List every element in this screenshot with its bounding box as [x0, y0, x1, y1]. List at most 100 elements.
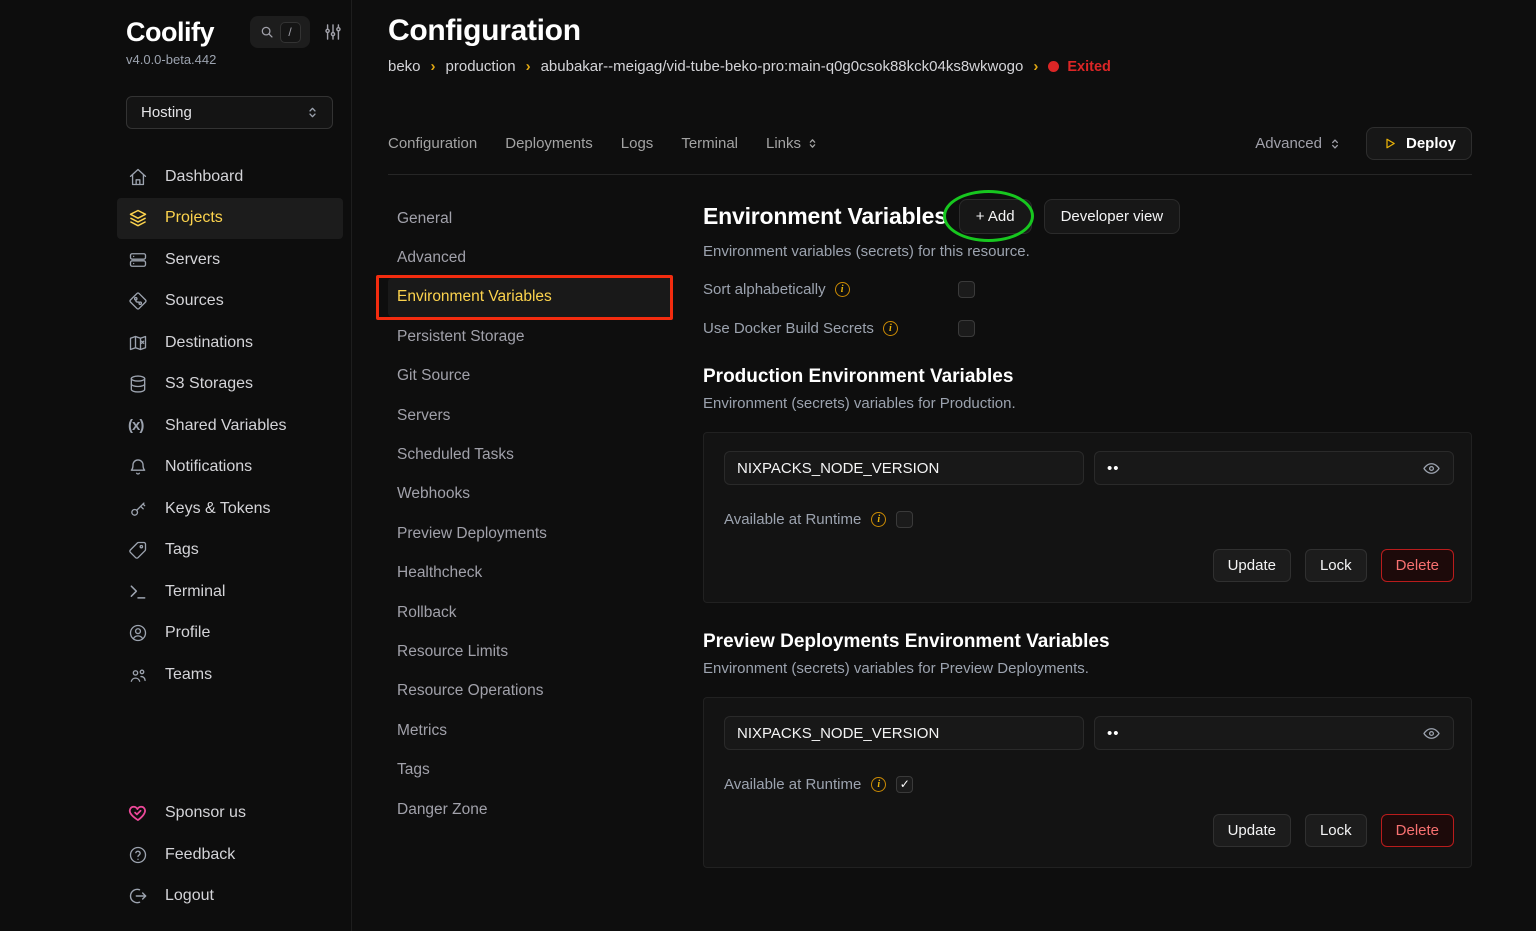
team-selector-value: Hosting — [141, 104, 192, 121]
database-icon — [128, 374, 148, 394]
sidebar-item-profile[interactable]: Profile — [117, 613, 343, 655]
sidebar-item-notifications[interactable]: Notifications — [117, 447, 343, 489]
deploy-button[interactable]: Deploy — [1366, 127, 1472, 160]
teams-icon — [128, 665, 148, 685]
heart-icon — [128, 803, 148, 823]
subnav-item-metrics[interactable]: Metrics — [388, 711, 673, 750]
variable-name-input[interactable] — [724, 451, 1084, 485]
variable-value-input[interactable]: •• — [1094, 451, 1454, 485]
reveal-value-eye-icon[interactable] — [1422, 724, 1441, 743]
info-icon: i — [883, 321, 898, 336]
sidebar-item-label: Servers — [165, 251, 220, 269]
tab-deployments[interactable]: Deployments — [505, 135, 593, 152]
sidebar-item-terminal[interactable]: Terminal — [117, 571, 343, 613]
search-shortcut-key: / — [280, 22, 301, 43]
subnav-item-servers[interactable]: Servers — [388, 396, 673, 435]
sidebar-item-keys-tokens[interactable]: Keys & Tokens — [117, 488, 343, 530]
variable-value-input[interactable]: •• — [1094, 716, 1454, 750]
chevron-updown-icon — [806, 137, 819, 150]
sidebar: Coolify / v4.0.0-beta.442 Hosting Dashbo… — [0, 0, 352, 931]
variable-name-input[interactable] — [724, 716, 1084, 750]
tab-logs[interactable]: Logs — [621, 135, 654, 152]
subnav-item-resource-limits[interactable]: Resource Limits — [388, 632, 673, 671]
sidebar-item-label: Notifications — [165, 458, 252, 476]
subnav-item-resource-operations[interactable]: Resource Operations — [388, 672, 673, 711]
sidebar-item-destinations[interactable]: Destinations — [117, 322, 343, 364]
subnav-item-rollback[interactable]: Rollback — [388, 593, 673, 632]
toggle-label-group: Sort alphabetically i — [703, 281, 958, 298]
delete-button[interactable]: Delete — [1381, 549, 1454, 582]
subnav-item-danger-zone[interactable]: Danger Zone — [388, 790, 673, 829]
sort-alphabetically-checkbox[interactable] — [958, 281, 975, 298]
subnav-item-general[interactable]: General — [388, 199, 673, 238]
tab-configuration[interactable]: Configuration — [388, 135, 477, 152]
lock-button[interactable]: Lock — [1305, 814, 1367, 847]
subnav-item-scheduled-tasks[interactable]: Scheduled Tasks — [388, 435, 673, 474]
tag-icon — [128, 540, 148, 560]
subnav-item-preview-deployments[interactable]: Preview Deployments — [388, 514, 673, 553]
sidebar-item-logout[interactable]: Logout — [117, 876, 343, 918]
available-at-runtime-checkbox[interactable]: ✓ — [896, 776, 913, 793]
subnav-item-tags[interactable]: Tags — [388, 750, 673, 789]
breadcrumb-resource[interactable]: abubakar--meigag/vid-tube-beko-pro:main-… — [541, 58, 1024, 75]
search-button[interactable]: / — [250, 16, 310, 48]
lock-button[interactable]: Lock — [1305, 549, 1367, 582]
add-variable-button[interactable]: + Add — [959, 199, 1032, 234]
env-header: Environment Variables + Add Developer vi… — [703, 199, 1472, 234]
deploy-button-label: Deploy — [1406, 135, 1456, 152]
docker-build-secrets-row: Use Docker Build Secrets i — [703, 318, 1472, 338]
status-dot-icon — [1048, 61, 1059, 72]
subnav-item-git-source[interactable]: Git Source — [388, 357, 673, 396]
sidebar-item-s3-storages[interactable]: S3 Storages — [117, 364, 343, 406]
sidebar-item-servers[interactable]: Servers — [117, 239, 343, 281]
update-button[interactable]: Update — [1213, 814, 1291, 847]
variables-icon: (x) — [128, 417, 152, 434]
sidebar-item-label: Dashboard — [165, 168, 243, 186]
sidebar-item-sponsor-us[interactable]: Sponsor us — [117, 793, 343, 835]
card-actions: Update Lock Delete — [724, 549, 1454, 582]
help-icon — [128, 845, 148, 865]
tab-terminal[interactable]: Terminal — [681, 135, 738, 152]
sidebar-item-dashboard[interactable]: Dashboard — [117, 156, 343, 198]
breadcrumb-project[interactable]: beko — [388, 58, 421, 75]
available-at-runtime-row: Available at Runtime i — [724, 509, 1454, 529]
developer-view-button[interactable]: Developer view — [1044, 199, 1181, 234]
available-at-runtime-label: Available at Runtime — [724, 776, 861, 793]
sidebar-item-feedback[interactable]: Feedback — [117, 834, 343, 876]
subnav-item-webhooks[interactable]: Webhooks — [388, 475, 673, 514]
subnav-item-environment-variables[interactable]: Environment Variables — [388, 278, 673, 317]
play-icon — [1382, 136, 1397, 151]
sidebar-item-teams[interactable]: Teams — [117, 654, 343, 696]
sidebar-item-shared-variables[interactable]: (x) Shared Variables — [117, 405, 343, 447]
delete-button[interactable]: Delete — [1381, 814, 1454, 847]
subnav-item-healthcheck[interactable]: Healthcheck — [388, 554, 673, 593]
config-subnav: General Advanced Environment Variables P… — [388, 199, 673, 908]
breadcrumb-environment[interactable]: production — [446, 58, 516, 75]
tab-links-label: Links — [766, 135, 801, 152]
advanced-dropdown[interactable]: Advanced — [1255, 135, 1342, 152]
reveal-value-eye-icon[interactable] — [1422, 459, 1441, 478]
server-icon — [128, 250, 148, 270]
masked-value: •• — [1107, 460, 1120, 477]
sidebar-item-tags[interactable]: Tags — [117, 530, 343, 572]
sidebar-item-label: S3 Storages — [165, 375, 253, 393]
sidebar-item-sources[interactable]: Sources — [117, 281, 343, 323]
git-source-icon — [128, 291, 148, 311]
preview-section-title: Preview Deployments Environment Variable… — [703, 631, 1472, 653]
tab-links[interactable]: Links — [766, 135, 819, 152]
subnav-item-persistent-storage[interactable]: Persistent Storage — [388, 317, 673, 356]
app-version: v4.0.0-beta.442 — [117, 52, 351, 67]
update-button[interactable]: Update — [1213, 549, 1291, 582]
team-selector[interactable]: Hosting — [126, 96, 333, 129]
sidebar-item-projects[interactable]: Projects — [117, 198, 343, 240]
subnav-item-advanced[interactable]: Advanced — [388, 238, 673, 277]
sidebar-item-label: Sources — [165, 292, 224, 310]
resource-tabs: Configuration Deployments Logs Terminal … — [388, 127, 1472, 160]
search-icon — [260, 25, 274, 39]
available-at-runtime-checkbox[interactable] — [896, 511, 913, 528]
docker-build-secrets-checkbox[interactable] — [958, 320, 975, 337]
sidebar-item-label: Logout — [165, 887, 214, 905]
settings-sliders-icon[interactable] — [323, 22, 343, 42]
chevron-updown-icon — [305, 105, 320, 120]
checkmark: ✓ — [900, 778, 910, 790]
